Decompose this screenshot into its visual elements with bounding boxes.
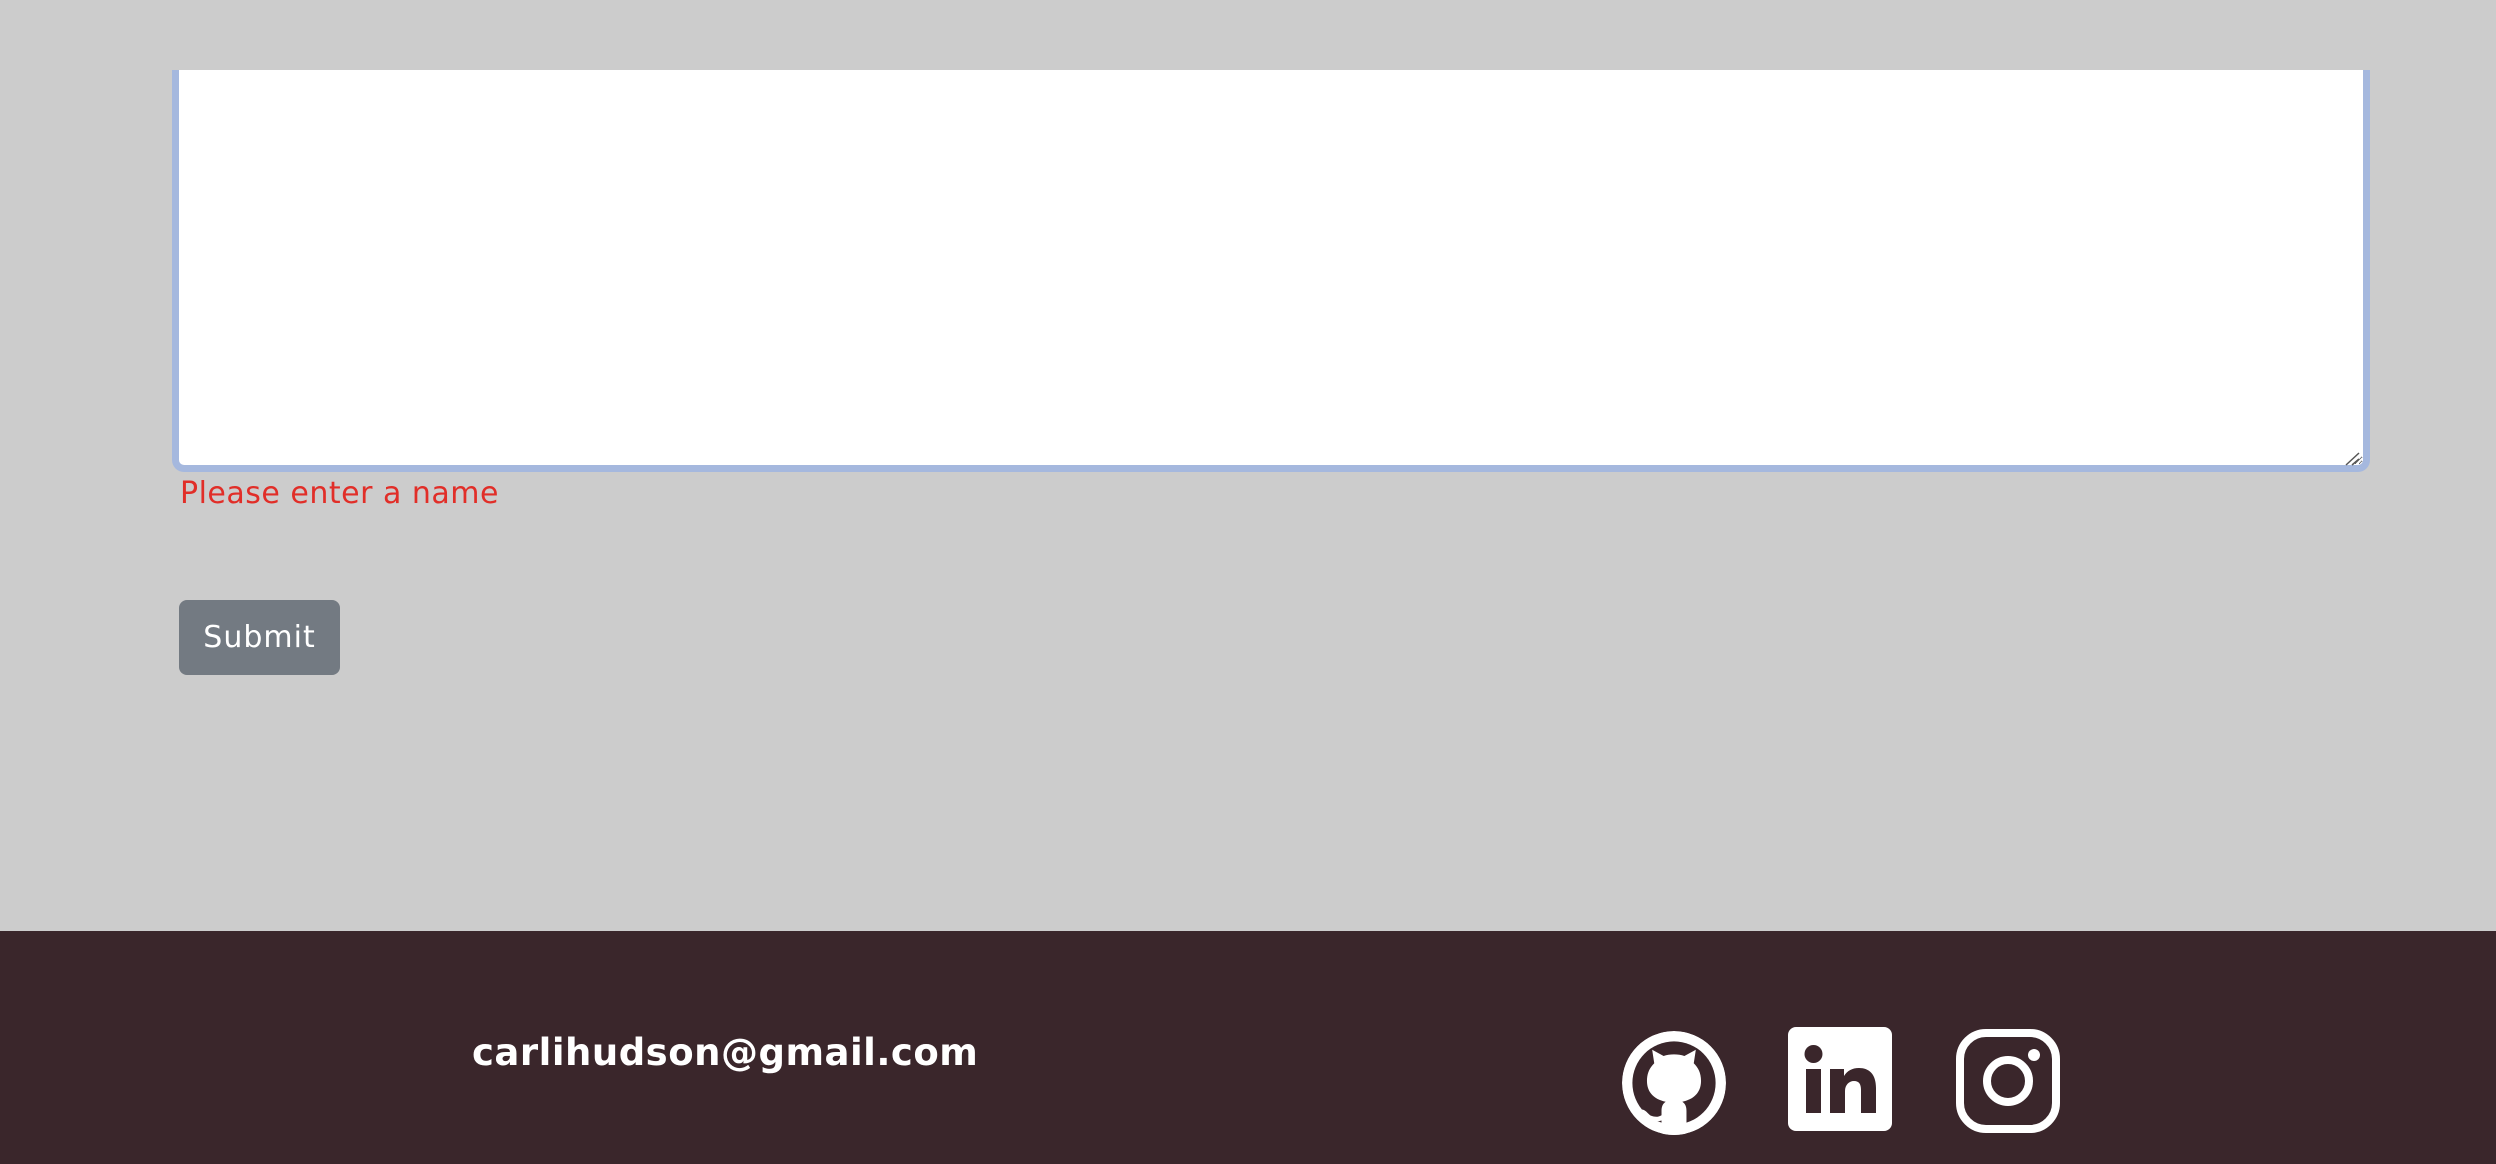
linkedin-icon — [1788, 1027, 1892, 1131]
github-link[interactable] — [1622, 1031, 1726, 1135]
footer: carlihudson@gmail.com — [0, 931, 2496, 1164]
github-icon — [1622, 1031, 1726, 1135]
message-textarea[interactable] — [172, 70, 2370, 472]
resize-handle-icon[interactable] — [2344, 452, 2360, 466]
instagram-link[interactable] — [1956, 1029, 2060, 1133]
footer-email-link[interactable]: carlihudson@gmail.com — [472, 1031, 978, 1074]
linkedin-link[interactable] — [1788, 1027, 1892, 1131]
page: Please enter a name Submit carlihudson@g… — [0, 0, 2496, 1164]
submit-button[interactable]: Submit — [179, 600, 340, 675]
contact-form: Please enter a name Submit — [0, 0, 2496, 931]
name-error-message: Please enter a name — [180, 476, 499, 511]
instagram-icon — [1956, 1029, 2060, 1133]
